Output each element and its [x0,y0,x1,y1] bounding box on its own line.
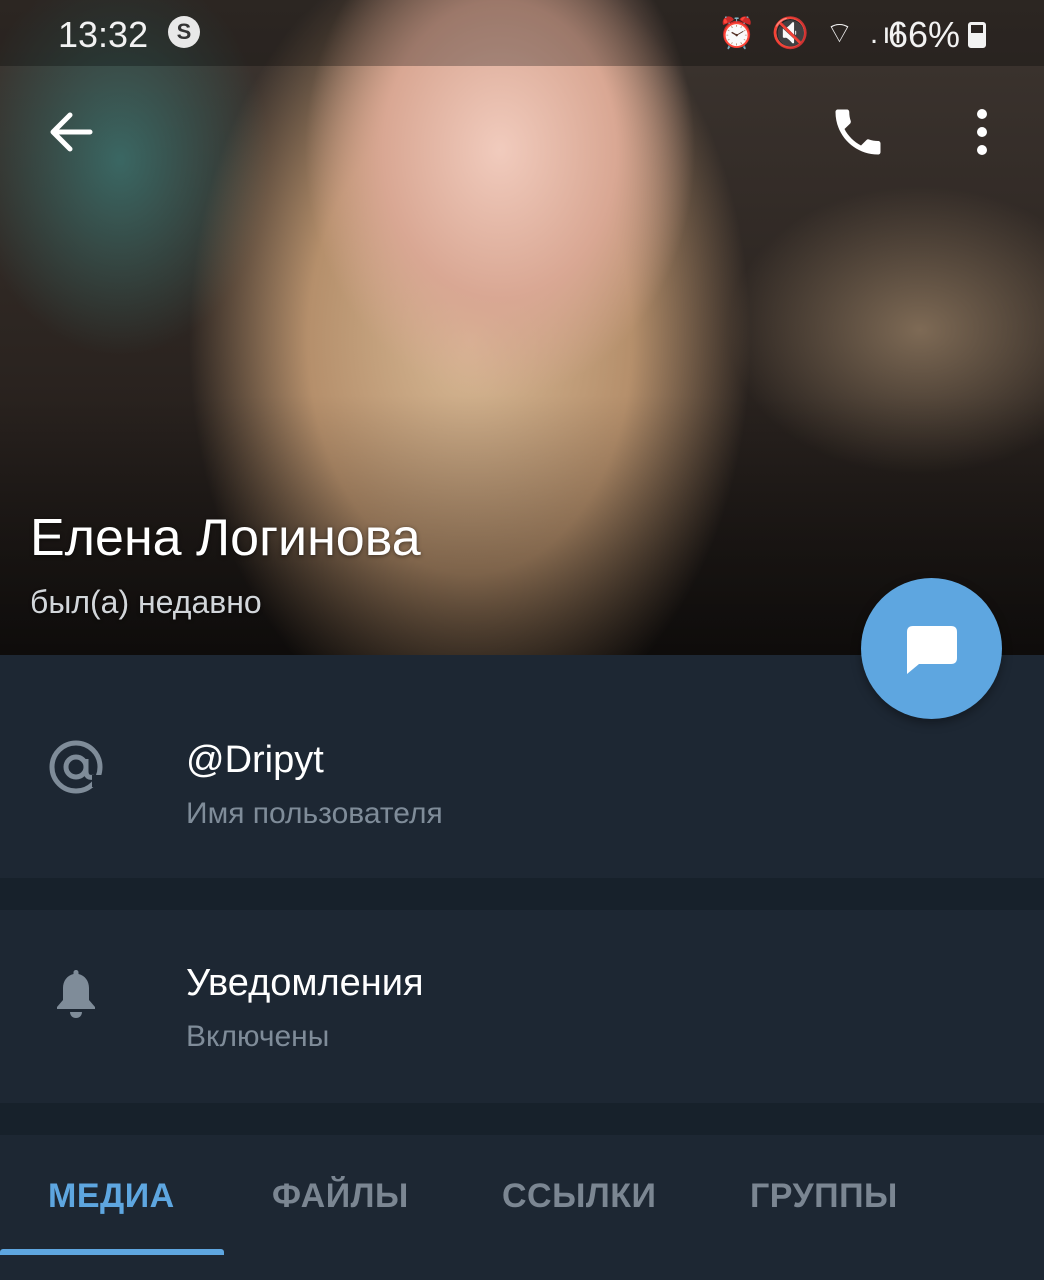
bell-icon [57,970,95,1018]
arrow-left-icon [50,112,93,152]
kebab-menu-icon [977,109,987,155]
system-status-icons: ⏰ 🔇 ⌔ .ıl [718,17,906,50]
notifications-status: Включены [186,1020,330,1053]
chat-bubble-icon [907,626,957,674]
status-time: 13:32 [58,14,149,55]
tab-groups[interactable]: ГРУППЫ [750,1177,898,1216]
last-seen-status: был(а) недавно [30,584,262,620]
battery-level: 66% [888,14,961,55]
media-tabs: МЕДИА ФАЙЛЫ ССЫЛКИ ГРУППЫ [0,1135,1044,1255]
tab-media[interactable]: МЕДИА [48,1177,175,1216]
tab-links[interactable]: ССЫЛКИ [502,1177,656,1216]
profile-name: Елена Логинова [30,509,421,567]
battery-icon [968,22,986,48]
send-message-button[interactable] [861,578,1002,719]
username-caption: Имя пользователя [186,797,443,830]
notifications-section[interactable]: Уведомления Включены [0,910,1044,1103]
notifications-title: Уведомления [186,962,424,1004]
back-button[interactable] [40,102,100,162]
active-tab-indicator [0,1249,224,1255]
more-options-button[interactable] [952,102,1012,162]
shazam-icon: S [168,16,200,48]
shared-media-section: МЕДИА ФАЙЛЫ ССЫЛКИ ГРУППЫ [0,1135,1044,1280]
status-bar: 13:32 S ⏰ 🔇 ⌔ .ıl 66% [0,0,1044,66]
at-sign-icon [49,740,104,794]
phone-icon [835,109,881,155]
username-value[interactable]: @Dripyt [186,739,324,782]
call-button[interactable] [828,102,888,162]
tab-files[interactable]: ФАЙЛЫ [272,1177,409,1216]
